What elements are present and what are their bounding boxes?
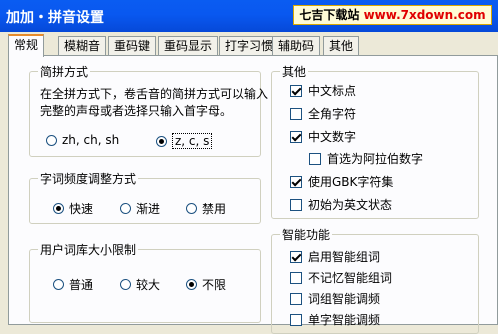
tab-repeat-display[interactable]: 重码显示 (158, 36, 219, 56)
radio-fast[interactable]: 快速 (53, 200, 93, 217)
checkbox-cn-punct[interactable]: 中文标点 (290, 82, 356, 99)
radio-indicator[interactable] (53, 203, 64, 214)
radio-label: 渐进 (136, 202, 161, 216)
radio-label: 较大 (136, 278, 161, 292)
smart-group: 智能功能 启用智能组词 不记忆智能组词 词组智能调频 单字智能调频 (271, 226, 479, 334)
radio-indicator[interactable] (53, 279, 64, 290)
radio-zh-ch-sh[interactable]: zh, ch, sh (46, 133, 119, 147)
radio-label: 快速 (69, 202, 94, 216)
checkbox-label: 启用智能组词 (308, 250, 381, 264)
checkbox-indicator[interactable] (290, 107, 302, 120)
checkbox-indicator[interactable] (290, 130, 302, 143)
window-title: 加加・拼音设置 (6, 10, 104, 26)
tab-other[interactable]: 其他 (323, 36, 360, 56)
other-group: 其他 中文标点 全角字符 中文数字 首选为阿拉伯数字 使用GBK字符集 初始为英… (271, 63, 479, 219)
checkbox-indicator[interactable] (290, 271, 302, 284)
tab-aux-code[interactable]: 辅助码 (272, 36, 321, 56)
radio-disabled[interactable]: 禁用 (186, 200, 226, 217)
checkbox-label: 初始为英文状态 (308, 198, 393, 212)
title-bar[interactable]: 加加・拼音设置 七吉下载站 www.7xdown.com (0, 0, 498, 32)
checkbox-indicator[interactable] (290, 198, 302, 211)
checkbox-char-freq[interactable]: 单字智能调频 (290, 311, 380, 328)
radio-label: 普通 (69, 278, 94, 292)
radio-label: zh, ch, sh (62, 133, 120, 147)
checkbox-gbk[interactable]: 使用GBK字符集 (290, 173, 393, 190)
radio-label: z, c, s (172, 133, 213, 149)
checkbox-label: 单字智能调频 (308, 313, 381, 327)
freq-adjust-group: 字词频度调整方式 快速 渐进 禁用 (29, 170, 261, 224)
freq-adjust-title: 字词频度调整方式 (38, 170, 139, 187)
radio-indicator[interactable] (186, 279, 197, 290)
checkbox-indicator[interactable] (290, 175, 302, 188)
radio-gradual[interactable]: 渐进 (120, 200, 160, 217)
user-dict-title: 用户词库大小限制 (38, 241, 139, 258)
checkbox-label: 中文标点 (308, 84, 357, 98)
checkbox-indicator[interactable] (290, 250, 302, 263)
radio-larger[interactable]: 较大 (120, 276, 160, 293)
settings-panel: 简拼方式 在全拼方式下，卷舌音的简拼方式可以输入完整的声母或者选择只输入首字母。… (8, 55, 498, 334)
smart-title: 智能功能 (280, 226, 333, 243)
checkbox-label: 不记忆智能组词 (308, 271, 393, 285)
checkbox-label: 首选为阿拉伯数字 (327, 152, 424, 166)
radio-z-c-s[interactable]: z, c, s (156, 133, 213, 149)
checkbox-cn-digits[interactable]: 中文数字 (290, 128, 356, 145)
checkbox-arabic-first[interactable]: 首选为阿拉伯数字 (309, 150, 423, 167)
radio-indicator[interactable] (120, 203, 131, 214)
checkbox-label: 词组智能调频 (308, 292, 381, 306)
tab-typing-habits[interactable]: 打字习惯 (219, 36, 280, 56)
radio-indicator[interactable] (46, 134, 57, 146)
radio-label: 不限 (202, 278, 227, 292)
radio-normal[interactable]: 普通 (53, 276, 93, 293)
checkbox-label: 全角字符 (308, 107, 357, 121)
radio-unlimited[interactable]: 不限 (186, 276, 226, 293)
user-dict-group: 用户词库大小限制 普通 较大 不限 (29, 241, 261, 323)
watermark-url: www.7xdown.com (363, 8, 486, 22)
tab-repeat-keys[interactable]: 重码键 (108, 36, 157, 56)
checkbox-indicator[interactable] (309, 152, 321, 165)
radio-indicator[interactable] (120, 279, 131, 290)
radio-label: 禁用 (202, 202, 227, 216)
tab-fuzzy[interactable]: 模糊音 (58, 36, 107, 56)
pinyin-mode-title: 简拼方式 (38, 63, 91, 80)
checkbox-smart-compose[interactable]: 启用智能组词 (290, 248, 380, 265)
radio-indicator[interactable] (156, 135, 167, 147)
pinyin-mode-description: 在全拼方式下，卷舌音的简拼方式可以输入完整的声母或者选择只输入首字母。 (40, 87, 269, 118)
checkbox-label: 使用GBK字符集 (308, 175, 394, 189)
tab-general[interactable]: 常规 (8, 34, 45, 57)
radio-indicator[interactable] (186, 203, 197, 214)
checkbox-init-english[interactable]: 初始为英文状态 (290, 196, 392, 213)
watermark-prefix: 七吉下载站 (299, 8, 364, 22)
checkbox-fullwidth[interactable]: 全角字符 (290, 105, 356, 122)
checkbox-phrase-freq[interactable]: 词组智能调频 (290, 290, 380, 307)
checkbox-label: 中文数字 (308, 130, 357, 144)
checkbox-indicator[interactable] (290, 292, 302, 305)
watermark-badge: 七吉下载站 www.7xdown.com (293, 5, 492, 25)
other-title: 其他 (280, 63, 309, 80)
pinyin-mode-group: 简拼方式 在全拼方式下，卷舌音的简拼方式可以输入完整的声母或者选择只输入首字母。… (29, 63, 268, 157)
checkbox-no-remember[interactable]: 不记忆智能组词 (290, 269, 392, 286)
checkbox-indicator[interactable] (290, 84, 302, 97)
